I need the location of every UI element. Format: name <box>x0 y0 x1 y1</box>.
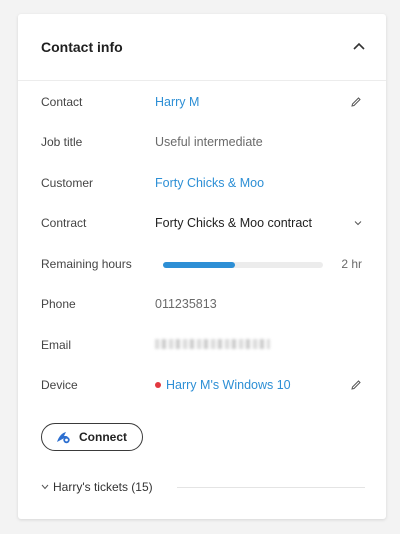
customer-row: Customer Forty Chicks & Moo <box>18 173 386 193</box>
divider <box>177 487 365 488</box>
remaining-hours-progress <box>163 262 323 268</box>
tickets-section-toggle[interactable]: Harry's tickets (15) <box>39 477 365 497</box>
email-label: Email <box>41 338 72 352</box>
customer-label: Customer <box>41 176 94 190</box>
contract-row[interactable]: Contract Forty Chicks & Moo contract <box>18 213 386 233</box>
device-link[interactable]: Harry M's Windows 10 <box>166 375 291 395</box>
contact-label: Contact <box>41 95 83 109</box>
contact-info-card: Contact info Contact Harry M Job title U… <box>18 14 386 519</box>
contract-select[interactable]: Forty Chicks & Moo contract <box>155 213 312 233</box>
job-title-value: Useful intermediate <box>155 135 263 149</box>
chevron-down-icon <box>41 484 49 490</box>
job-title-label: Job title <box>41 135 83 149</box>
contact-link[interactable]: Harry M <box>155 92 199 112</box>
connect-label: Connect <box>79 430 127 444</box>
remaining-hours-label: Remaining hours <box>41 257 132 271</box>
pencil-icon[interactable] <box>350 379 362 391</box>
chevron-up-icon[interactable] <box>352 40 366 54</box>
chevron-down-icon[interactable] <box>354 219 362 227</box>
card-title: Contact info <box>41 39 123 55</box>
tickets-label: Harry's tickets (15) <box>53 480 153 494</box>
job-title-row: Job title Useful intermediate <box>18 132 386 152</box>
device-row: Device Harry M's Windows 10 <box>18 375 386 395</box>
remaining-hours-value: 2 hr <box>341 257 362 271</box>
remaining-hours-row: Remaining hours 2 hr <box>18 254 386 274</box>
contact-row: Contact Harry M <box>18 92 386 112</box>
email-row: Email <box>18 335 386 355</box>
card-header[interactable]: Contact info <box>18 14 386 81</box>
remote-connect-icon <box>57 432 70 444</box>
phone-label: Phone <box>41 297 76 311</box>
status-dot <box>155 382 161 388</box>
connect-button[interactable]: Connect <box>41 423 143 451</box>
customer-link[interactable]: Forty Chicks & Moo <box>155 173 264 193</box>
device-label: Device <box>41 378 78 392</box>
progress-fill <box>163 262 235 268</box>
contract-label: Contract <box>41 216 87 230</box>
pencil-icon[interactable] <box>350 96 362 108</box>
email-value-redacted[interactable] <box>155 339 270 349</box>
phone-value[interactable]: 011235813 <box>155 294 217 314</box>
phone-row: Phone 011235813 <box>18 294 386 314</box>
